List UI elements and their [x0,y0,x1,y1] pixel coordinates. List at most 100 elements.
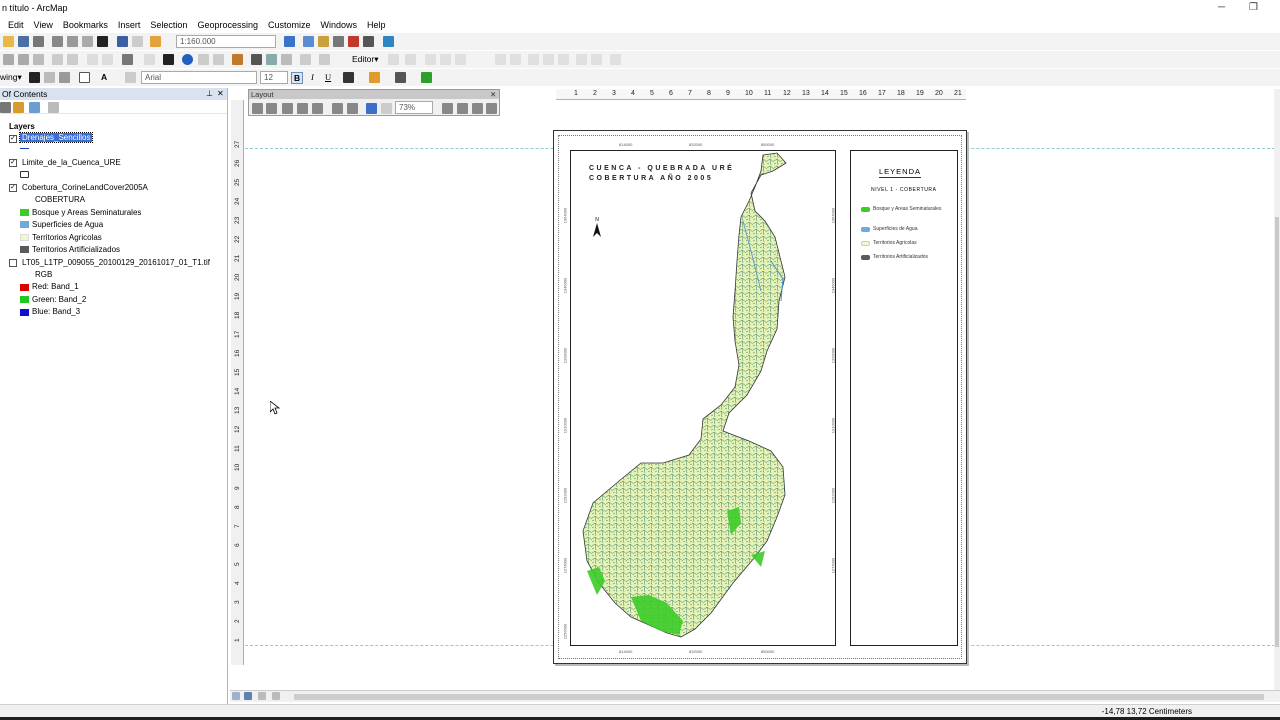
toc-close-icon[interactable]: ✕ [217,88,224,100]
layout-pan-icon[interactable] [282,103,293,114]
rectangle-icon[interactable] [79,72,90,83]
toc-window-icon[interactable] [303,36,314,47]
open-icon[interactable] [3,36,14,47]
layout-zoom-select[interactable]: 73% [395,101,433,114]
zoom-whole-page-icon[interactable] [59,72,70,83]
layers-root[interactable]: Layers [9,122,35,131]
measure-icon[interactable] [232,54,243,65]
menu-insert[interactable]: Insert [118,20,141,30]
editor-toolbar-icon[interactable] [284,36,295,47]
layer-landsat-raster[interactable]: LT05_L1TP_009055_20100129_20161017_01_T1… [22,258,210,267]
list-by-visibility-icon[interactable] [29,102,40,113]
data-frame[interactable]: CUENCA - QUEBRADA URÉ COBERTURA AÑO 2005… [562,142,836,654]
zoom-whole-page-layout-icon[interactable] [297,103,308,114]
layout-zoom-out-icon[interactable] [266,103,277,114]
trace-icon[interactable] [455,54,466,65]
legend-frame[interactable]: LEYENDA NIVEL 1 - COBERTURA Bosque y Are… [850,150,958,646]
endpoint-arc-icon[interactable] [440,54,451,65]
layer-visibility-checkbox[interactable] [9,259,17,267]
zoom-in-icon[interactable] [3,54,14,65]
line-color-icon[interactable] [395,72,406,83]
change-layout-icon[interactable] [472,103,483,114]
edit-tool-icon[interactable] [388,54,399,65]
layout-toolbar-close-icon[interactable]: ✕ [490,90,496,99]
marker-color-icon[interactable] [421,72,432,83]
layer-cobertura[interactable]: Cobertura_CorineLandCover2005A [22,183,148,192]
restore-button[interactable]: ❐ [1249,2,1258,13]
refresh-view-icon[interactable] [258,692,266,700]
cut-icon[interactable] [52,36,63,47]
fixed-zoom-out-icon[interactable] [67,54,78,65]
fixed-zoom-out-layout-icon[interactable] [347,103,358,114]
edit-vertices-icon[interactable] [495,54,506,65]
font-size-select[interactable]: 12 [260,71,288,84]
menu-edit[interactable]: Edit [8,20,24,30]
save-icon[interactable] [18,36,29,47]
select-elements-icon[interactable] [163,54,174,65]
find-icon[interactable] [251,54,262,65]
select-features-icon[interactable] [122,54,133,65]
cut-polygons-icon[interactable] [528,54,539,65]
print-icon[interactable] [33,36,44,47]
go-to-xy-icon[interactable] [281,54,292,65]
pan-icon[interactable] [18,54,29,65]
menu-geoprocessing[interactable]: Geoprocessing [197,20,258,30]
copy-icon[interactable] [67,36,78,47]
menu-windows[interactable]: Windows [321,20,358,30]
attributes-icon[interactable] [576,54,587,65]
layout-view-icon[interactable] [244,692,252,700]
text-tool-icon[interactable]: A [101,72,107,82]
bold-button[interactable]: B [291,72,304,84]
reshape-icon[interactable] [510,54,521,65]
model-builder-icon[interactable] [383,36,394,47]
create-features-icon[interactable] [610,54,621,65]
list-by-drawing-order-icon[interactable] [0,102,11,113]
search-window-icon[interactable] [333,36,344,47]
sketch-properties-icon[interactable] [591,54,602,65]
fill-color-icon[interactable] [369,72,380,83]
pin-icon[interactable]: ⊥ [206,88,213,100]
undo-icon[interactable] [117,36,128,47]
rotate-tool-icon[interactable] [44,72,55,83]
menu-view[interactable]: View [34,20,53,30]
data-driven-pages-icon[interactable] [486,103,497,114]
layer-drenajes-sencillos[interactable]: Drenajes_Sencillos [18,132,94,143]
rotate-icon[interactable] [558,54,569,65]
full-extent-icon[interactable] [33,54,44,65]
options-icon[interactable] [48,102,59,113]
delete-icon[interactable] [97,36,108,47]
vertical-scroll-thumb[interactable] [1275,217,1279,647]
font-color-icon[interactable] [343,72,354,83]
pause-drawing-icon[interactable] [272,692,280,700]
scale-input[interactable]: 1:160.000 [176,35,276,48]
viewer-icon[interactable] [319,54,330,65]
clear-selection-icon[interactable] [144,54,155,65]
menu-customize[interactable]: Customize [268,20,311,30]
hyperlink-icon[interactable] [198,54,209,65]
arctoolbox-icon[interactable] [348,36,359,47]
editor-menu[interactable]: Editor▾ [352,54,378,65]
layer-visibility-checkbox[interactable]: ✓ [9,184,17,192]
menu-selection[interactable]: Selection [150,20,187,30]
vertical-scrollbar[interactable] [1274,89,1280,690]
underline-button[interactable]: U [325,72,331,82]
fixed-zoom-in-layout-icon[interactable] [332,103,343,114]
go-back-extent-icon[interactable] [366,103,377,114]
redo-icon[interactable] [132,36,143,47]
go-forward-extent-icon[interactable] [381,103,392,114]
toggle-draft-mode-icon[interactable] [442,103,453,114]
layer-visibility-checkbox[interactable]: ✓ [9,159,17,167]
edit-annotation-icon[interactable] [405,54,416,65]
layout-page[interactable]: CUENCA - QUEBRADA URÉ COBERTURA AÑO 2005… [553,130,967,664]
drawing-menu[interactable]: wing▾ [0,72,22,83]
font-name-select[interactable]: Arial [141,71,257,84]
fixed-zoom-icon[interactable] [52,54,63,65]
time-slider-icon[interactable] [300,54,311,65]
html-popup-icon[interactable] [213,54,224,65]
catalog-icon[interactable] [318,36,329,47]
back-extent-icon[interactable] [87,54,98,65]
python-icon[interactable] [363,36,374,47]
straight-segment-icon[interactable] [425,54,436,65]
forward-extent-icon[interactable] [102,54,113,65]
paste-icon[interactable] [82,36,93,47]
